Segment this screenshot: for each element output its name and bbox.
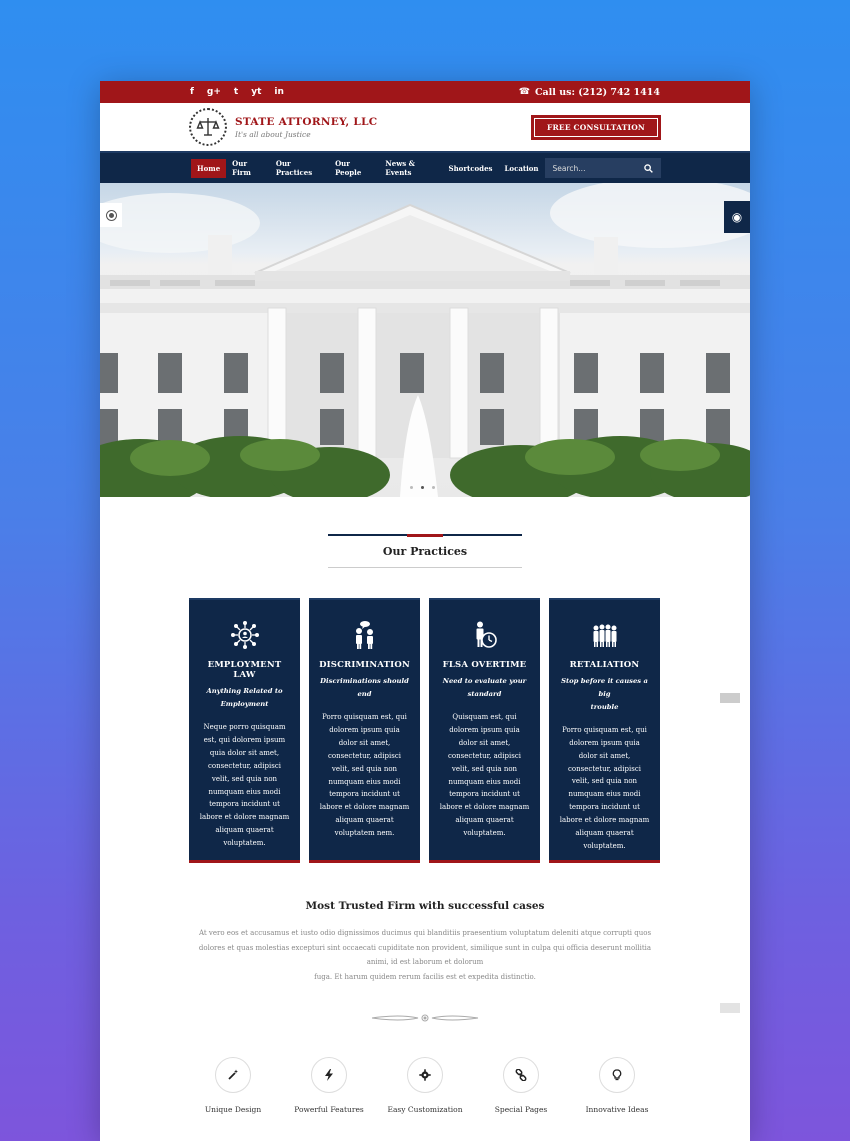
practice-card-flsa-overtime[interactable]: FLSA OVERTIME Need to evaluate your stand… <box>429 598 540 863</box>
nav-item-our-firm[interactable]: Our Firm <box>226 154 270 182</box>
nav-item-news-events[interactable]: News & Events <box>379 154 442 182</box>
lightbulb-icon <box>612 1069 622 1080</box>
trusted-title: Most Trusted Firm with successful cases <box>305 900 545 912</box>
google-plus-icon[interactable]: g+ <box>207 87 221 97</box>
features-row: Unique Design Powerful Features Easy Cus… <box>100 1056 750 1114</box>
feature-label: Powerful Features <box>294 1104 364 1114</box>
nav-menu: Home Our Firm Our Practices Our People N… <box>191 154 545 182</box>
practice-card-employment-law[interactable]: EMPLOYMENT LAW Anything Related to Employ… <box>189 598 300 863</box>
feature-powerful-features[interactable]: Powerful Features <box>281 1056 377 1114</box>
link-icon <box>515 1068 527 1081</box>
website-page: f g+ t yt in ☎ Call us: (212) 742 1414 S… <box>100 81 750 1141</box>
card-subtitle: Need to evaluate your standard <box>442 677 527 698</box>
section-divider <box>328 567 522 568</box>
header: STATE ATTORNEY, LLC It's all about Justi… <box>100 103 750 151</box>
section-accent-bar <box>328 534 522 537</box>
phone-icon: ☎ <box>518 87 530 97</box>
card-body: Porro quisquam est, qui dolorem ipsum qui… <box>559 725 650 851</box>
practice-cards: EMPLOYMENT LAW Anything Related to Employ… <box>189 598 750 863</box>
feature-label: Easy Customization <box>387 1104 463 1114</box>
card-body: Porro quisquam est, qui dolorem ipsum qui… <box>319 712 410 838</box>
search-icon[interactable] <box>644 163 653 173</box>
practice-card-discrimination[interactable]: DISCRIMINATION Discriminations should end… <box>309 598 420 863</box>
practices-title: Our Practices <box>382 545 468 558</box>
social-links: f g+ t yt in <box>190 87 284 97</box>
card-title: FLSA OVERTIME <box>442 660 527 670</box>
slider-dot[interactable] <box>432 486 435 489</box>
feature-unique-design[interactable]: Unique Design <box>185 1056 281 1114</box>
nav-item-our-people[interactable]: Our People <box>329 154 379 182</box>
white-house-image <box>100 183 750 497</box>
card-subtitle: Anything Related to Employment <box>206 687 283 708</box>
youtube-icon[interactable]: yt <box>251 87 261 97</box>
feature-easy-customization[interactable]: Easy Customization <box>377 1056 473 1114</box>
scales-of-justice-icon <box>189 108 227 146</box>
slider-dots <box>410 486 435 489</box>
facebook-icon[interactable]: f <box>190 87 194 97</box>
main-nav: Home Our Firm Our Practices Our People N… <box>100 151 750 183</box>
card-title: RETALIATION <box>569 660 640 670</box>
group-people-icon <box>593 624 616 647</box>
trusted-section: Most Trusted Firm with successful cases … <box>100 900 750 985</box>
magic-wand-icon <box>228 1069 238 1080</box>
ornament-divider <box>100 1013 750 1023</box>
brand-tagline: It's all about Justice <box>235 129 311 139</box>
free-consultation-button[interactable]: FREE CONSULTATION <box>530 114 661 140</box>
slider-dot-active[interactable] <box>421 486 424 489</box>
brand-name: STATE ATTORNEY, LLC <box>235 115 378 128</box>
card-body: Neque porro quisquam est, qui dolorem ips… <box>199 722 290 848</box>
linkedin-icon[interactable]: in <box>274 87 284 97</box>
search-placeholder: Search... <box>552 163 586 173</box>
card-body: Quisquam est, qui dolorem ipsum quia dolor… <box>439 712 530 838</box>
practices-header: Our Practices <box>100 534 750 568</box>
feature-special-pages[interactable]: Special Pages <box>473 1056 569 1114</box>
call-us[interactable]: ☎ Call us: (212) 742 1414 <box>519 87 660 98</box>
feature-label: Unique Design <box>204 1104 262 1114</box>
nav-item-shortcodes[interactable]: Shortcodes <box>443 159 499 178</box>
brand[interactable]: STATE ATTORNEY, LLC It's all about Justi… <box>189 108 377 146</box>
trusted-text: At vero eos et accusamus et iusto odio d… <box>198 929 652 982</box>
phone-number: Call us: (212) 742 1414 <box>534 86 660 98</box>
side-tab[interactable] <box>720 693 740 703</box>
nav-item-home[interactable]: Home <box>191 158 227 178</box>
nav-item-location[interactable]: Location <box>498 159 544 178</box>
globe-icon: ◉ <box>731 210 743 224</box>
nav-item-our-practices[interactable]: Our Practices <box>270 154 329 182</box>
gear-icon <box>419 1069 431 1081</box>
slider-dot[interactable] <box>410 486 413 489</box>
team-network-icon <box>230 621 259 649</box>
twitter-icon[interactable]: t <box>234 87 238 97</box>
people-discussion-icon <box>355 621 373 649</box>
hero-slider[interactable]: ◉ <box>100 183 750 497</box>
card-title: DISCRIMINATION <box>319 660 410 670</box>
top-bar: f g+ t yt in ☎ Call us: (212) 742 1414 <box>100 81 750 103</box>
feature-label: Innovative Ideas <box>585 1104 649 1114</box>
feature-label: Special Pages <box>494 1104 548 1114</box>
practice-card-retaliation[interactable]: RETALIATION Stop before it causes a big t… <box>549 598 660 863</box>
card-subtitle: Discriminations should end <box>320 677 409 698</box>
globe-button[interactable]: ◉ <box>724 201 750 233</box>
lightning-bolt-icon <box>325 1068 333 1081</box>
card-subtitle: Stop before it causes a big trouble <box>561 677 648 711</box>
settings-icon <box>105 209 117 221</box>
search-input[interactable]: Search... <box>544 158 661 178</box>
settings-toggle[interactable] <box>100 203 122 227</box>
feature-innovative-ideas[interactable]: Innovative Ideas <box>569 1056 665 1114</box>
card-title: EMPLOYMENT LAW <box>207 660 282 680</box>
person-clock-icon <box>476 621 497 648</box>
side-tab[interactable] <box>720 1003 740 1013</box>
